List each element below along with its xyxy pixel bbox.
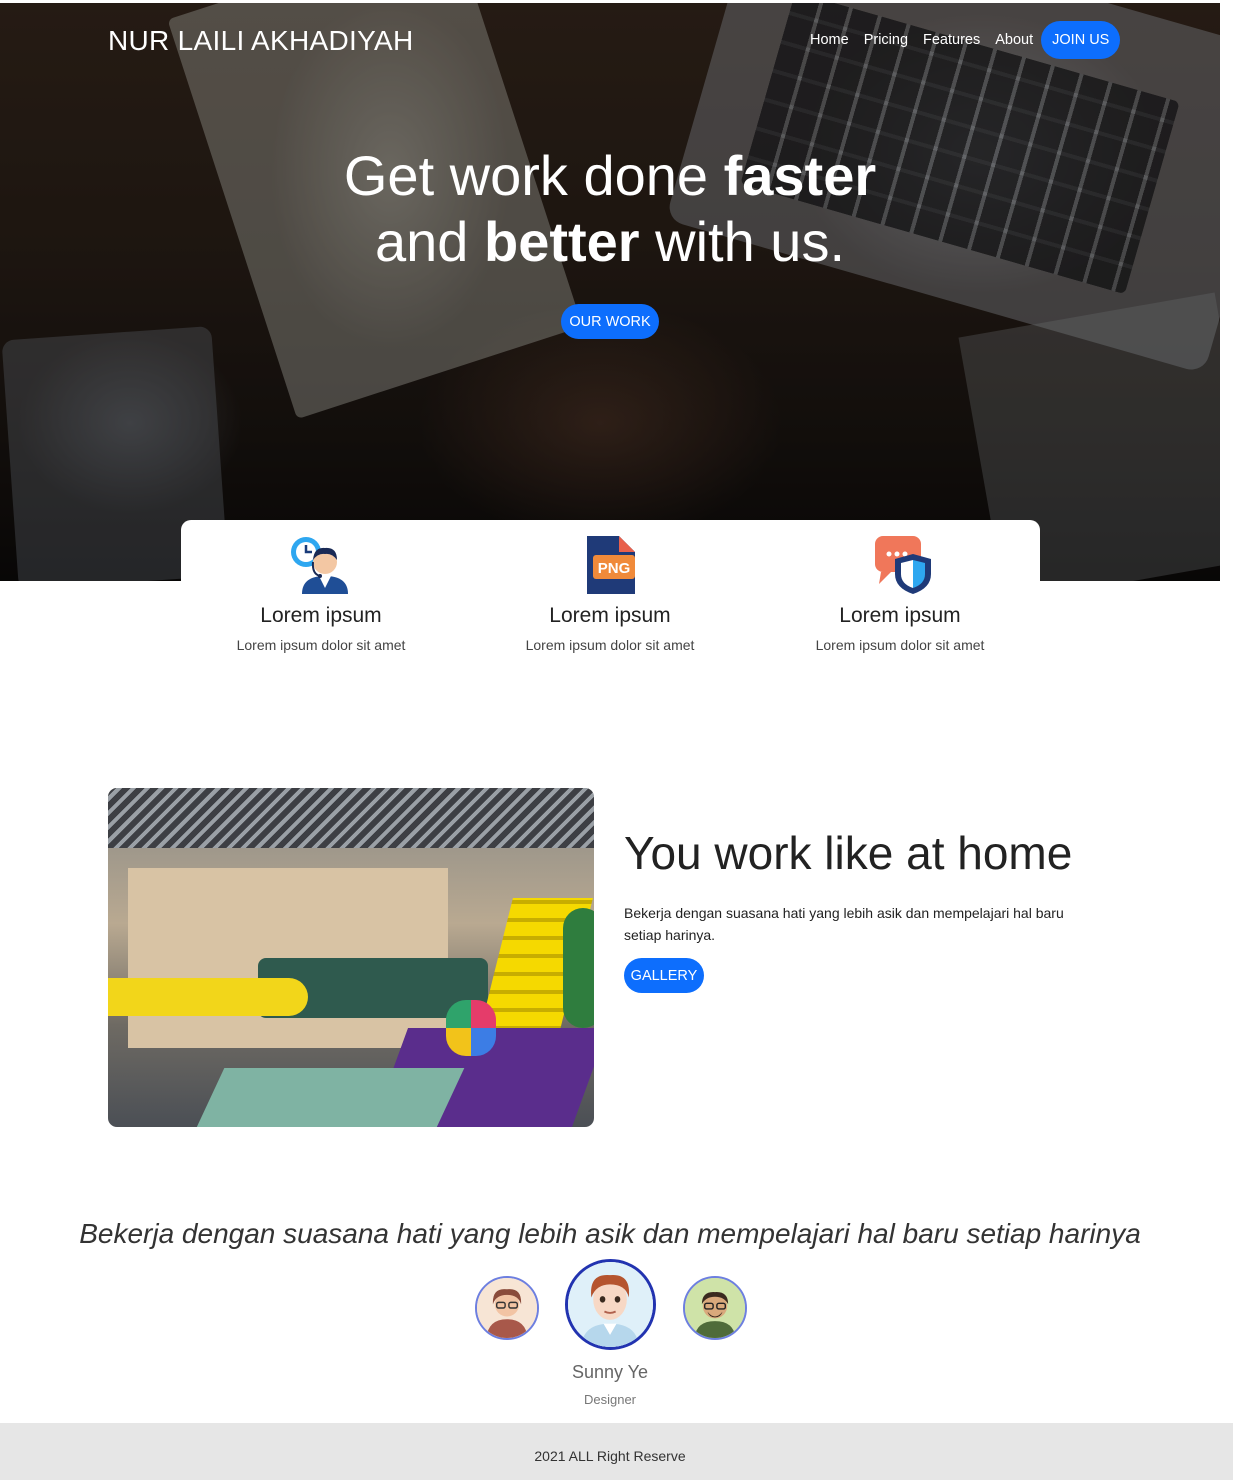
gallery-button[interactable]: GALLERY (624, 958, 704, 993)
hero-section: NUR LAILI AKHADIYAH Home Pricing Feature… (0, 3, 1220, 581)
testimonial-name: Sunny Ye (571, 1362, 649, 1382)
feature-text: Lorem ipsum dolor sit amet (525, 637, 695, 653)
office-photo-plant (563, 908, 594, 1028)
work-title-emphasis: work (714, 827, 812, 879)
our-work-button[interactable]: OUR WORK (561, 304, 659, 339)
feature-item: Lorem ipsum Lorem ipsum dolor sit amet (780, 532, 1020, 653)
testimonial-quote: Bekerja dengan suasana hati yang lebih a… (79, 1218, 1141, 1249)
feature-text: Lorem ipsum dolor sit amet (236, 637, 406, 653)
hero-overlay (0, 3, 1220, 581)
feature-text: Lorem ipsum dolor sit amet (815, 637, 985, 653)
join-us-button[interactable]: JOIN US (1041, 21, 1121, 59)
hero-title-emphasis: better (484, 210, 640, 273)
footer: 2021 ALL Right Reserve (0, 1423, 1233, 1480)
feature-item: Lorem ipsum Lorem ipsum dolor sit amet (201, 532, 441, 653)
main-nav: Home Pricing Features About JOIN US (810, 21, 1121, 59)
png-badge-text: PNG (598, 560, 631, 577)
brand-logo[interactable]: NUR LAILI AKHADIYAH (108, 25, 414, 57)
work-title-emphasis: home (957, 827, 1073, 879)
nav-home[interactable]: Home (810, 21, 849, 59)
hero-title-part: Get work done (343, 144, 724, 207)
features-card: Lorem ipsum Lorem ipsum dolor sit amet P… (181, 520, 1040, 670)
hero-title-part: and (375, 210, 484, 273)
office-photo-bar (108, 978, 308, 1016)
hero-title-part: with us. (639, 210, 845, 273)
work-title-part: like at (811, 827, 958, 879)
png-file-icon: PNG (575, 532, 645, 598)
hero-title-emphasis: faster (723, 144, 877, 207)
office-photo-pouf (446, 1000, 496, 1056)
avatar-selected[interactable] (565, 1259, 656, 1350)
avatar[interactable] (683, 1276, 747, 1340)
avatar[interactable] (475, 1276, 539, 1340)
feature-title: Lorem ipsum (260, 604, 382, 627)
nav-about[interactable]: About (995, 21, 1033, 59)
footer-copyright: 2021 ALL Right Reserve (534, 1448, 686, 1464)
nav-pricing[interactable]: Pricing (864, 21, 908, 59)
work-description: Bekerja dengan suasana hati yang lebih a… (624, 905, 1064, 943)
office-photo-foosball (191, 1068, 465, 1127)
customer-service-icon (286, 532, 356, 598)
secure-chat-icon (865, 532, 935, 598)
hero-title: Get work done faster and better with us. (0, 143, 1220, 275)
testimonial-role: Designer (583, 1392, 637, 1407)
feature-item: PNG Lorem ipsum Lorem ipsum dolor sit am… (490, 532, 730, 653)
nav-features[interactable]: Features (923, 21, 980, 59)
office-photo (108, 788, 594, 1127)
feature-title: Lorem ipsum (549, 604, 671, 627)
work-section-title: You work like at home (624, 826, 1072, 880)
feature-title: Lorem ipsum (839, 604, 961, 627)
work-title-part: You (624, 827, 715, 879)
office-photo-ceiling (108, 788, 594, 848)
